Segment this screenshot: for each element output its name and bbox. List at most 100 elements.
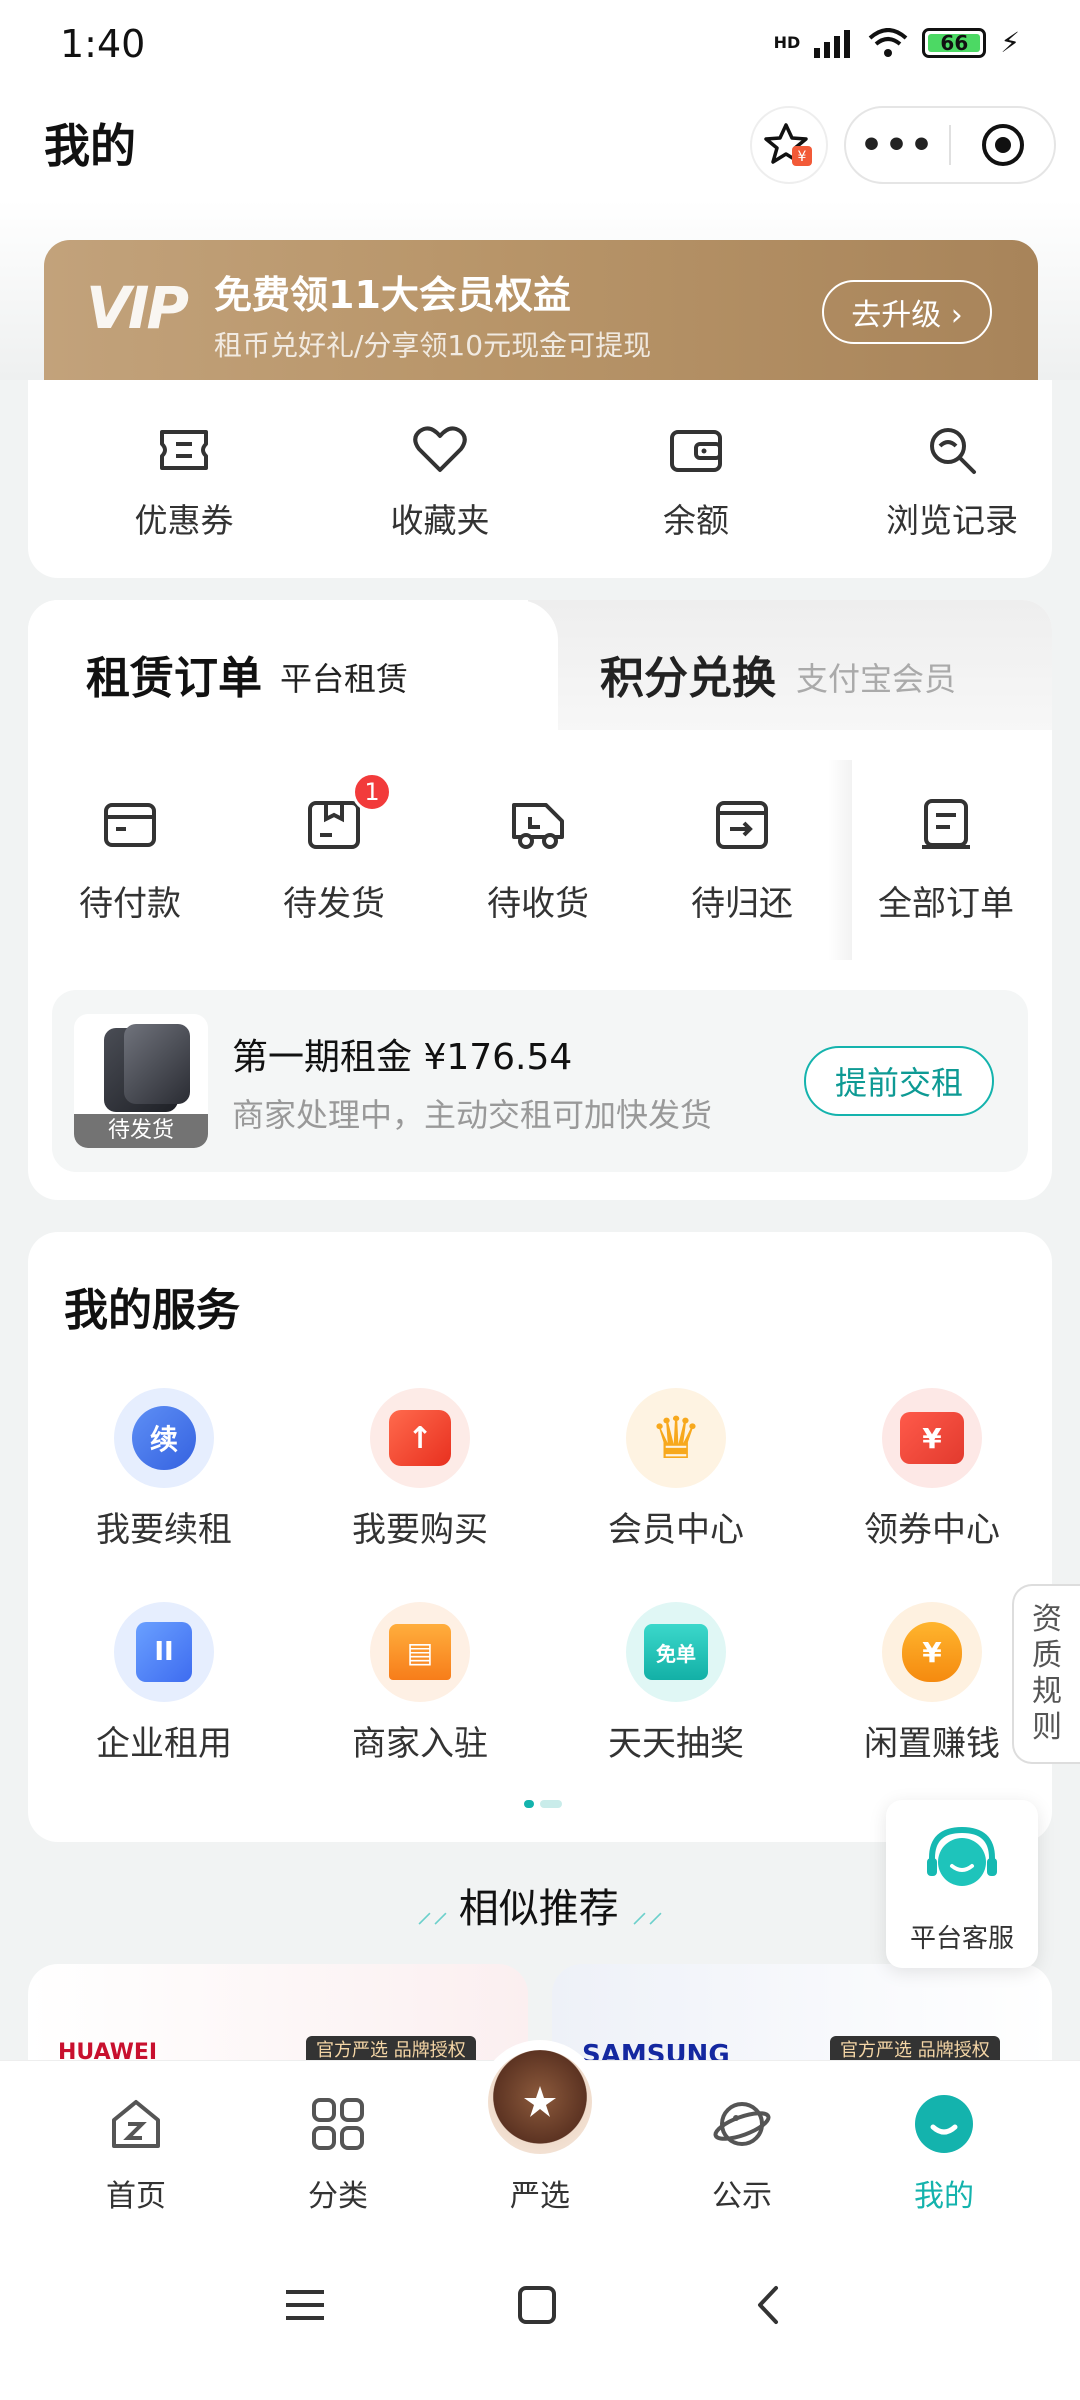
tool-history[interactable]: 浏览记录	[852, 420, 1052, 542]
battery-icon: 66	[922, 27, 987, 58]
order-type-label: 待付款	[79, 884, 181, 924]
quick-tools: 优惠券 收藏夹 余额 浏览记录	[28, 380, 1052, 578]
nav-mine[interactable]: 我的	[864, 2091, 1024, 2215]
truck-icon	[512, 803, 564, 849]
home-square-icon[interactable]	[512, 2280, 562, 2330]
product-image: 待发货	[74, 1014, 208, 1148]
heart-icon	[413, 426, 467, 472]
enterprise-icon: II	[136, 1622, 192, 1682]
shipping-status-tag: 待发货	[74, 1114, 208, 1148]
tab-rental-title: 租赁订单	[86, 653, 262, 704]
order-type-label: 待发货	[283, 884, 385, 924]
order-badge: 1	[352, 772, 392, 812]
system-nav-bar	[0, 2240, 1080, 2400]
buy-icon: ↑	[389, 1410, 451, 1466]
svg-text:¥: ¥	[798, 149, 807, 165]
close-button[interactable]	[951, 122, 1054, 168]
customer-service-label: 平台客服	[909, 1924, 1014, 1954]
coupon-icon: ¥	[900, 1412, 964, 1464]
nav-category[interactable]: 分类	[258, 2091, 418, 2215]
nav-label: 公示	[712, 2179, 772, 2214]
vip-logo: VIP	[86, 274, 189, 342]
order-all[interactable]: 全部订单	[846, 790, 1046, 925]
upgrade-button[interactable]: 去升级 ›	[822, 280, 992, 344]
order-pending-shipment[interactable]: 1 待发货	[234, 772, 434, 925]
service-label: 商家入驻	[352, 1724, 488, 1764]
vip-title: 免费领11大会员权益	[214, 273, 571, 317]
planet-icon	[713, 2102, 771, 2146]
decor-icon: ⸝⸝	[631, 1892, 664, 1930]
vip-banner[interactable]: VIP 免费领11大会员权益 租币兑好礼/分享领10元现金可提现 去升级 ›	[44, 240, 1038, 380]
tab-points-subtitle: 支付宝会员	[796, 660, 957, 698]
wallet-icon	[670, 430, 722, 472]
service-member[interactable]: ♛ 会员中心	[556, 1388, 796, 1551]
lottery-icon: 免单	[644, 1624, 708, 1680]
list-icon	[922, 799, 970, 849]
service-label: 天天抽奖	[608, 1724, 744, 1764]
tool-label: 收藏夹	[390, 501, 490, 540]
nav-public[interactable]: 公示	[662, 2091, 822, 2215]
recommend-title: 相似推荐	[458, 1886, 619, 1932]
service-lottery[interactable]: 免单 天天抽奖	[556, 1602, 796, 1765]
more-button[interactable]: •••	[846, 125, 949, 166]
pending-order-card[interactable]: 待发货 第一期租金 ¥176.54 商家处理中，主动交租可加快发货 提前交租	[52, 990, 1028, 1172]
favorite-button[interactable]: ¥	[750, 106, 828, 184]
decor-icon: ⸝⸝	[416, 1892, 459, 1930]
select-icon[interactable]	[488, 2050, 592, 2154]
order-type-label: 待收货	[487, 884, 589, 924]
service-renew[interactable]: 续 我要续租	[44, 1388, 284, 1551]
tool-coupon[interactable]: 优惠券	[84, 420, 284, 542]
hd-label: HD	[773, 33, 801, 52]
back-icon[interactable]	[744, 2280, 794, 2330]
service-label: 我要购买	[352, 1510, 488, 1550]
service-coupons[interactable]: ¥ 领券中心	[812, 1388, 1052, 1551]
order-pending-payment[interactable]: 待付款	[30, 790, 230, 925]
order-pending-return[interactable]: 待归还	[642, 790, 842, 925]
tool-label: 优惠券	[134, 501, 234, 540]
service-label: 我要续租	[96, 1510, 232, 1550]
box-icon	[308, 801, 360, 849]
nav-label: 我的	[914, 2179, 974, 2214]
services-title: 我的服务	[64, 1285, 240, 1336]
tool-label: 浏览记录	[886, 501, 1018, 540]
customer-service-button[interactable]: 平台客服	[886, 1800, 1038, 1968]
headset-icon	[927, 1826, 997, 1886]
nav-home[interactable]: 首页	[56, 2091, 216, 2215]
page-title: 我的	[44, 119, 136, 173]
mini-program-capsule: •••	[844, 106, 1056, 184]
order-pending-receipt[interactable]: 待收货	[438, 790, 638, 925]
status-icons: HD 66 ⚡	[774, 26, 1020, 59]
header: 我的 ¥ •••	[0, 96, 1080, 200]
wifi-icon	[869, 27, 908, 57]
moneybag-icon: ¥	[902, 1622, 962, 1682]
service-merchant[interactable]: ▤ 商家入驻	[300, 1602, 540, 1765]
service-enterprise[interactable]: II 企业租用	[44, 1602, 284, 1765]
history-icon	[930, 428, 976, 474]
qualification-rules-tab[interactable]: 资 质 规 则	[1012, 1584, 1080, 1764]
renew-icon: 续	[132, 1406, 196, 1470]
return-icon	[716, 801, 768, 849]
service-label: 会员中心	[608, 1510, 744, 1550]
service-label: 领券中心	[864, 1510, 1000, 1550]
tool-favorites[interactable]: 收藏夹	[340, 420, 540, 542]
status-time: 1:40	[60, 22, 146, 66]
crown-icon: ♛	[650, 1404, 702, 1472]
order-type-label: 全部订单	[878, 884, 1014, 924]
tool-label: 余额	[663, 501, 729, 540]
tab-rental-subtitle: 平台租赁	[280, 660, 409, 698]
services-card: 我的服务 续 我要续租 ↑ 我要购买 ♛ 会员中心 ¥ 领券中心 II 企业租用…	[28, 1232, 1052, 1842]
pay-early-button[interactable]: 提前交租	[804, 1046, 994, 1116]
nav-label: 首页	[106, 2179, 166, 2214]
home-icon	[112, 2100, 160, 2148]
shop-icon: ▤	[389, 1624, 451, 1680]
star-icon: ¥	[764, 123, 812, 166]
tool-balance[interactable]: 余额	[596, 420, 796, 542]
target-icon	[981, 124, 1024, 166]
menu-icon[interactable]	[280, 2280, 330, 2330]
signal-icon	[814, 29, 851, 58]
service-buy[interactable]: ↑ 我要购买	[300, 1388, 540, 1551]
ticket-icon	[160, 430, 208, 470]
battery-level: 66	[940, 30, 969, 55]
grid-icon	[312, 2098, 364, 2150]
rent-title: 第一期租金 ¥176.54	[232, 1037, 573, 1078]
